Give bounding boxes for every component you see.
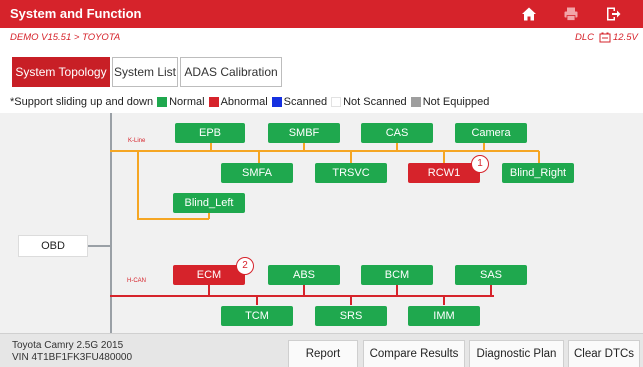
clear-dtcs-button[interactable]: Clear DTCs <box>568 340 640 367</box>
module-blind-left[interactable]: Blind_Left <box>173 193 245 213</box>
drop-imm <box>443 295 445 305</box>
diagnostic-plan-button[interactable]: Diagnostic Plan <box>469 340 564 367</box>
tab-system-topology[interactable]: System Topology <box>12 57 110 87</box>
title-bar: System and Function <box>0 0 643 28</box>
drop-cas <box>396 143 398 151</box>
legend-swatch-not-scanned <box>331 97 342 107</box>
print-button[interactable] <box>555 3 587 25</box>
tab-system-list[interactable]: System List <box>112 57 178 87</box>
exit-button[interactable] <box>597 3 629 25</box>
dlc-label: DLC <box>575 32 595 43</box>
bottom-bar: Toyota Camry 2.5G 2015 VIN 4T1BF1FK3FU48… <box>0 333 643 367</box>
obd-trunk-line <box>110 113 112 333</box>
module-blind-right[interactable]: Blind_Right <box>502 163 574 183</box>
tab-adas-calibration[interactable]: ADAS Calibration <box>180 57 282 87</box>
module-cas[interactable]: CAS <box>361 123 433 143</box>
drop-abs <box>303 285 305 296</box>
module-rcw1[interactable]: RCW1 <box>408 163 480 183</box>
kline-bus-top <box>137 150 539 152</box>
vehicle-vin: VIN 4T1BF1FK3FU480000 <box>12 352 133 363</box>
exit-icon <box>607 7 621 21</box>
kline-stub <box>110 150 138 152</box>
drop-bcm <box>396 285 398 296</box>
drop-camera <box>483 143 485 151</box>
page-title: System and Function <box>10 6 142 21</box>
compare-results-button[interactable]: Compare Results <box>363 340 465 367</box>
kline-bus-bottom <box>137 218 209 220</box>
legend-swatch-normal <box>157 97 168 107</box>
drop-ecm <box>208 285 210 296</box>
vehicle-info: Toyota Camry 2.5G 2015 VIN 4T1BF1FK3FU48… <box>12 340 132 364</box>
module-tcm[interactable]: TCM <box>221 306 293 326</box>
vehicle-model: Toyota Camry 2.5G 2015 <box>12 340 124 351</box>
kline-vertical <box>137 150 139 220</box>
drop-rcw1 <box>443 151 445 163</box>
print-icon <box>564 7 578 21</box>
legend-label-not-equipped: Not Equipped <box>422 96 490 108</box>
module-ecm[interactable]: ECM <box>173 265 245 285</box>
home-button[interactable] <box>513 3 545 25</box>
drop-srs <box>350 295 352 305</box>
kline-label: K-Line <box>128 138 146 144</box>
module-camera[interactable]: Camera <box>455 123 527 143</box>
battery-icon <box>599 32 611 43</box>
legend-swatch-not-equipped <box>410 97 421 107</box>
hcan-bus <box>110 295 494 297</box>
module-srs[interactable]: SRS <box>315 306 387 326</box>
obd-connector-line <box>88 245 110 247</box>
legend-swatch-scanned <box>271 97 282 107</box>
topology-diagram[interactable]: K-Line H-CAN OBD EPB SMBF CAS Camera SMF… <box>0 113 643 333</box>
drop-epb <box>210 143 212 151</box>
module-bcm[interactable]: BCM <box>361 265 433 285</box>
legend-label-normal: Normal <box>169 96 205 108</box>
legend: *Support sliding up and down Normal Abno… <box>10 94 489 110</box>
drop-blind-right <box>538 151 540 163</box>
module-sas[interactable]: SAS <box>455 265 527 285</box>
breadcrumb: DEMO V15.51 > TOYOTA <box>10 32 121 43</box>
report-button[interactable]: Report <box>288 340 358 367</box>
legend-label-abnormal: Abnormal <box>220 96 268 108</box>
legend-label-scanned: Scanned <box>283 96 328 108</box>
module-imm[interactable]: IMM <box>408 306 480 326</box>
drop-sas <box>490 285 492 296</box>
legend-label-not-scanned: Not Scanned <box>343 96 407 108</box>
drop-smfa <box>258 151 260 163</box>
drop-tcm <box>256 295 258 305</box>
drop-smbf <box>303 143 305 151</box>
fault-marker-ecm: 2 <box>236 257 254 275</box>
voltage-reading: 12.5V <box>613 32 638 43</box>
obd-node[interactable]: OBD <box>18 235 88 257</box>
legend-note: *Support sliding up and down <box>10 96 154 108</box>
module-smfa[interactable]: SMFA <box>221 163 293 183</box>
legend-swatch-abnormal <box>208 97 219 107</box>
module-smbf[interactable]: SMBF <box>268 123 340 143</box>
path-bar: DEMO V15.51 > TOYOTA DLC 12.5V <box>0 28 643 52</box>
fault-marker-rcw1: 1 <box>471 155 489 173</box>
home-icon <box>522 7 536 21</box>
module-trsvc[interactable]: TRSVC <box>315 163 387 183</box>
module-abs[interactable]: ABS <box>268 265 340 285</box>
hcan-label: H-CAN <box>127 278 146 284</box>
module-epb[interactable]: EPB <box>175 123 245 143</box>
drop-trsvc <box>350 151 352 163</box>
